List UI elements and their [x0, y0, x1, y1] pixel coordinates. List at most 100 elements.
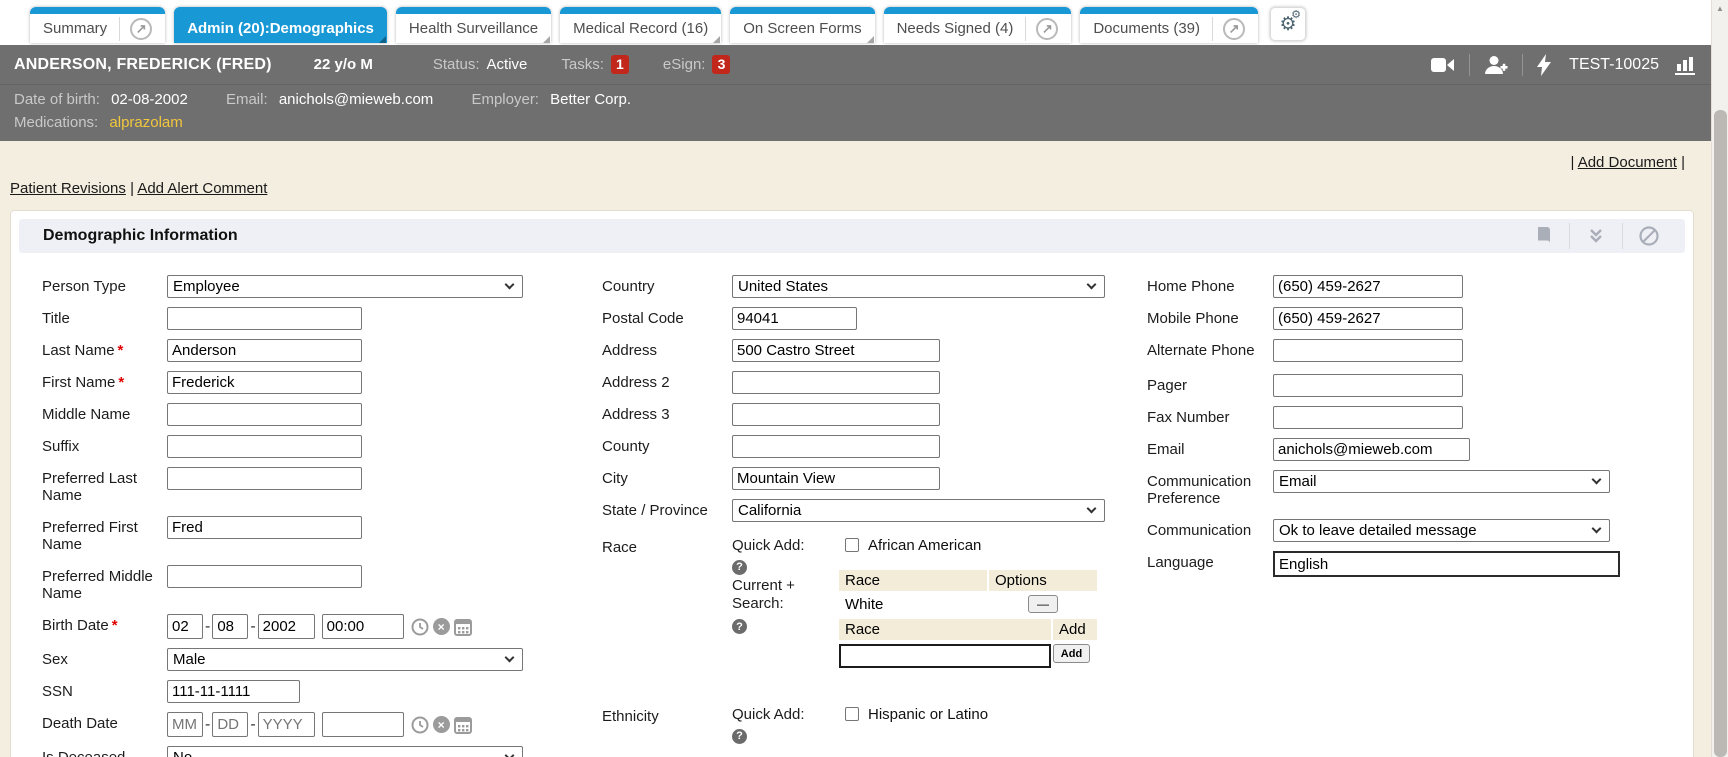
- death-month-input[interactable]: [167, 712, 203, 737]
- postal-code-input[interactable]: [732, 307, 857, 330]
- birth-month-input[interactable]: [167, 614, 203, 639]
- field-language: Language: [1147, 551, 1693, 577]
- patient-revisions-link[interactable]: Patient Revisions: [10, 180, 126, 197]
- first-name-input[interactable]: [167, 371, 362, 394]
- field-county: County: [602, 435, 1147, 458]
- help-icon[interactable]: ?: [732, 729, 747, 744]
- gear-icon: ⚙: [1291, 10, 1301, 21]
- tab-medical-record[interactable]: Medical Record (16): [560, 7, 721, 43]
- preferred-first-name-input[interactable]: [167, 516, 362, 539]
- field-sex: Sex Male: [42, 648, 602, 671]
- preferred-last-name-input[interactable]: [167, 467, 362, 490]
- alternate-phone-input[interactable]: [1273, 339, 1463, 362]
- tab-health-surveillance[interactable]: Health Surveillance: [396, 7, 551, 43]
- address3-input[interactable]: [732, 403, 940, 426]
- demographics-panel: Demographic Information: [10, 210, 1694, 757]
- esign-badge[interactable]: 3: [712, 55, 730, 74]
- tab-documents[interactable]: Documents (39) ↗: [1080, 7, 1258, 43]
- external-link-icon[interactable]: ↗: [1223, 18, 1245, 40]
- pager-input[interactable]: [1273, 374, 1463, 397]
- ethnicity-checkbox[interactable]: [845, 707, 859, 721]
- chevron-down-icon: [1087, 504, 1097, 514]
- tasks-badge[interactable]: 1: [611, 55, 629, 74]
- field-communication: Communication Ok to leave detailed messa…: [1147, 519, 1693, 542]
- clock-icon[interactable]: [411, 618, 429, 636]
- home-phone-input[interactable]: [1273, 275, 1463, 298]
- death-time-input[interactable]: [322, 712, 404, 737]
- collapse-chevrons-icon[interactable]: [1570, 226, 1622, 246]
- birth-time-input[interactable]: [322, 614, 404, 639]
- chart-book-icon[interactable]: [1517, 225, 1569, 247]
- clock-icon[interactable]: [411, 716, 429, 734]
- flowsheet-chart-icon[interactable]: [1675, 55, 1697, 75]
- address-input[interactable]: [732, 339, 940, 362]
- tab-summary[interactable]: Summary ↗: [30, 7, 165, 43]
- settings-button[interactable]: ⚙ ⚙: [1270, 7, 1306, 41]
- race-checkbox[interactable]: [845, 538, 859, 552]
- scroll-up-arrow[interactable]: ▲: [1712, 0, 1728, 16]
- quick-action-icon[interactable]: [1537, 54, 1551, 76]
- field-state: State / Province California: [602, 499, 1147, 522]
- tab-admin-demographics[interactable]: Admin (20):Demographics: [174, 7, 387, 43]
- is-deceased-select[interactable]: No: [167, 746, 523, 757]
- vertical-scrollbar[interactable]: ▲: [1711, 0, 1728, 757]
- disable-icon[interactable]: [1623, 225, 1675, 247]
- patient-medications[interactable]: alprazolam: [109, 114, 182, 131]
- add-race-button[interactable]: Add: [1053, 644, 1090, 663]
- demographics-panel-header: Demographic Information: [19, 219, 1685, 253]
- communication-preference-select[interactable]: Email: [1273, 470, 1610, 493]
- county-input[interactable]: [732, 435, 940, 458]
- external-link-icon[interactable]: ↗: [1036, 18, 1058, 40]
- required-asterisk: *: [112, 617, 118, 634]
- calendar-icon[interactable]: [454, 716, 472, 734]
- country-select[interactable]: United States: [732, 275, 1105, 298]
- calendar-icon[interactable]: [454, 618, 472, 636]
- external-link-icon[interactable]: ↗: [130, 18, 152, 40]
- preferred-middle-name-input[interactable]: [167, 565, 362, 588]
- clear-date-icon[interactable]: ×: [433, 618, 450, 635]
- field-race: Race Quick Add: ? Current + Search: ? Af…: [602, 536, 1147, 672]
- chevron-down-icon: [505, 751, 515, 757]
- add-document-link[interactable]: Add Document: [1578, 154, 1677, 171]
- death-day-input[interactable]: [212, 712, 248, 737]
- title-input[interactable]: [167, 307, 362, 330]
- language-input[interactable]: [1273, 551, 1620, 577]
- help-icon[interactable]: ?: [732, 560, 747, 575]
- death-year-input[interactable]: [258, 712, 315, 737]
- birth-year-input[interactable]: [258, 614, 315, 639]
- help-icon[interactable]: ?: [732, 619, 747, 634]
- city-input[interactable]: [732, 467, 940, 490]
- field-address: Address: [602, 339, 1147, 362]
- address2-input[interactable]: [732, 371, 940, 394]
- fax-number-input[interactable]: [1273, 406, 1463, 429]
- chevron-down-icon: [1592, 475, 1602, 485]
- video-call-icon[interactable]: [1431, 56, 1455, 74]
- add-alert-comment-link[interactable]: Add Alert Comment: [137, 180, 267, 197]
- field-country: Country United States: [602, 275, 1147, 298]
- middle-name-input[interactable]: [167, 403, 362, 426]
- add-document-row: | Add Document |: [0, 141, 1711, 171]
- race-add-table: Race Add Add: [837, 617, 1099, 672]
- mobile-phone-input[interactable]: [1273, 307, 1463, 330]
- last-name-input[interactable]: [167, 339, 362, 362]
- chevron-down-icon: [505, 280, 515, 290]
- birth-day-input[interactable]: [212, 614, 248, 639]
- suffix-input[interactable]: [167, 435, 362, 458]
- field-birth-date: Birth Date* - - ×: [42, 614, 602, 639]
- communication-select[interactable]: Ok to leave detailed message: [1273, 519, 1610, 542]
- sex-select[interactable]: Male: [167, 648, 523, 671]
- person-type-select[interactable]: Employee: [167, 275, 523, 298]
- field-city: City: [602, 467, 1147, 490]
- email-input[interactable]: [1273, 438, 1470, 461]
- patient-header-bar: ANDERSON, FREDERICK (FRED) 22 y/o M Stat…: [0, 45, 1711, 84]
- ssn-input[interactable]: [167, 680, 300, 703]
- tab-needs-signed[interactable]: Needs Signed (4) ↗: [884, 7, 1072, 43]
- race-search-input[interactable]: [839, 644, 1051, 668]
- patient-dob: 02-08-2002: [111, 91, 188, 108]
- clear-date-icon[interactable]: ×: [433, 716, 450, 733]
- scrollbar-thumb[interactable]: [1714, 110, 1727, 757]
- remove-race-button[interactable]: —: [1028, 595, 1058, 613]
- tab-on-screen-forms[interactable]: On Screen Forms: [730, 7, 874, 43]
- add-contact-icon[interactable]: [1484, 55, 1508, 75]
- state-select[interactable]: California: [732, 499, 1105, 522]
